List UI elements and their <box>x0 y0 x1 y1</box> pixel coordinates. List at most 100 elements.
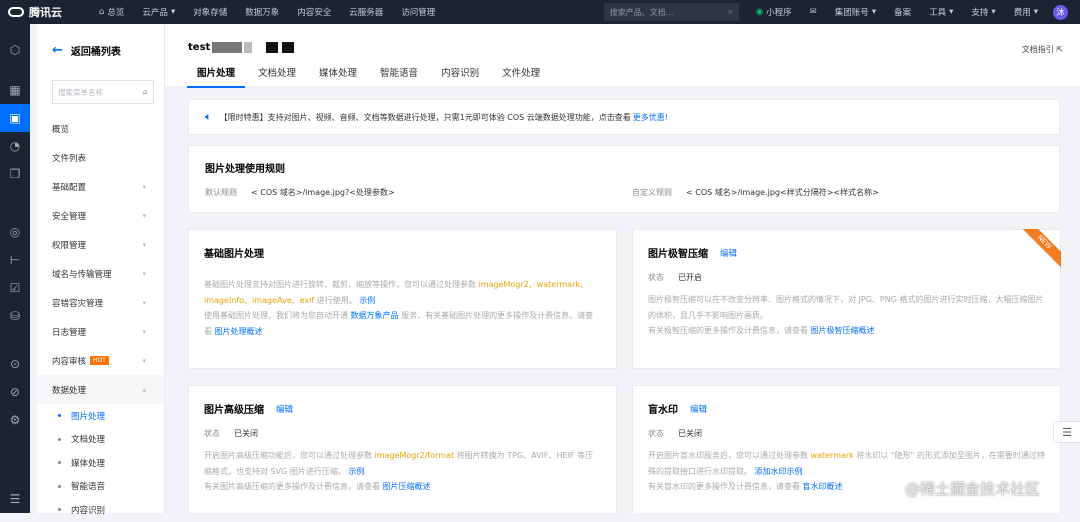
compass-icon[interactable]: ⊘ <box>0 378 30 406</box>
tab-file-processing[interactable]: 文件处理 <box>492 62 550 88</box>
speaker-icon: 🔈︎ <box>205 110 212 123</box>
mini-program-link[interactable]: ◉ 小程序 <box>747 6 801 18</box>
support-menu[interactable]: 支持 ▾ <box>962 6 1004 18</box>
mail-button[interactable]: ✉ <box>801 7 826 17</box>
sidebar-item-content-moderation[interactable]: 内容审核 HOT ▾ <box>37 346 164 375</box>
more-offers-link[interactable]: 更多优惠! <box>633 112 668 123</box>
checklist-icon[interactable]: ☑ <box>0 274 30 302</box>
example-link[interactable]: 示例 <box>348 467 364 476</box>
hierarchy-icon[interactable]: ⊢ <box>0 246 30 274</box>
smart-compression-desc: 图片极智压缩可以在不改变分辨率、图片格式的情况下，对 JPG、PNG 格式的图片… <box>648 292 1045 339</box>
menu-search-input[interactable]: 搜索菜单名称 ⌕ <box>52 80 154 104</box>
smart-compression-overview-link[interactable]: 图片极智压缩概述 <box>811 326 875 335</box>
search-scan-icon[interactable]: ⊙ <box>0 350 30 378</box>
tools-menu[interactable]: 工具 ▾ <box>920 6 962 18</box>
edit-button[interactable]: 编辑 <box>276 403 293 415</box>
sidebar-item-label: 权限管理 <box>52 240 87 251</box>
sidebar-item-files[interactable]: 文件列表 <box>37 143 164 172</box>
sidebar-sub-image[interactable]: 图片处理 <box>37 404 164 428</box>
blind-watermark-title: 盲水印 <box>648 405 678 416</box>
doc-guide-link[interactable]: 文档指引 ⇱ <box>1022 44 1063 55</box>
nav-label: 对象存储 <box>193 8 228 18</box>
support-label: 支持 <box>971 8 989 18</box>
nav-cam[interactable]: 访问管理 <box>392 6 444 18</box>
tab-smart-voice[interactable]: 智能语音 <box>370 62 428 88</box>
default-rule: 默认规则 < COS 域名>/image.jpg?<处理参数> <box>205 187 395 198</box>
nav-label: 访问管理 <box>401 8 436 18</box>
smart-compression-title: 图片极智压缩 <box>648 249 708 260</box>
blind-watermark-overview-link[interactable]: 盲水印概述 <box>803 482 843 491</box>
sidebar-sub-media[interactable]: 媒体处理 <box>37 451 164 475</box>
desc-text: 开启图片盲水印服务后，您可以通过处理参数 <box>648 451 808 460</box>
sidebar-item-logs[interactable]: 日志管理 ▾ <box>37 317 164 346</box>
sidebar-item-domains[interactable]: 域名与传输管理 ▾ <box>37 259 164 288</box>
sidebar-item-label: 文件列表 <box>52 153 87 164</box>
ci-product-link[interactable]: 数据万象产品 <box>351 311 399 320</box>
desc-text: 开启图片高级压缩功能后，您可以通过处理参数 <box>204 451 372 460</box>
top-navbar: 腾讯云 ⌂ 总览 云产品 ▾ 对象存储 数据万象 内容安全 云服务器 访问管理 搜索… <box>0 0 1080 24</box>
sidebar-item-label: 概览 <box>52 124 70 135</box>
nav-ci[interactable]: 数据万象 <box>236 6 288 18</box>
filing-link[interactable]: 备案 <box>885 6 920 18</box>
custom-rule-label: 自定义规则 <box>632 188 672 197</box>
sidebar-sub-voice[interactable]: 智能语音 <box>37 475 164 499</box>
bucket-title: test <box>188 42 295 53</box>
grid-icon[interactable]: ▦ <box>0 76 30 104</box>
smart-compression-header: 图片极智压缩 编辑 <box>648 245 737 261</box>
avatar[interactable]: 沐 <box>1053 4 1068 20</box>
advanced-compression-header: 图片高级压缩 编辑 <box>204 401 293 417</box>
back-to-bucket-list[interactable]: ← 返回桶列表 <box>37 24 164 76</box>
sidebar-item-security[interactable]: 安全管理 ▾ <box>37 201 164 230</box>
example-link[interactable]: 示例 <box>359 296 375 305</box>
bullet-icon <box>58 508 61 512</box>
chevron-down-icon: ▾ <box>991 7 996 17</box>
nav-overview[interactable]: ⌂ 总览 <box>90 6 133 18</box>
sidebar-item-disaster-recovery[interactable]: 容错容灾管理 ▾ <box>37 288 164 317</box>
pie-chart-icon[interactable]: ◔ <box>0 132 30 160</box>
chevron-down-icon: ▾ <box>142 327 146 336</box>
chevron-down-icon: ▾ <box>170 7 176 17</box>
search-placeholder: 搜索产品、文档... <box>609 7 674 17</box>
globe-icon[interactable]: ◎ <box>0 218 30 246</box>
cube-logo-icon[interactable]: ⬡ <box>0 24 30 76</box>
billing-label: 费用 <box>1013 8 1031 18</box>
status-value: 已关闭 <box>234 429 258 438</box>
nav-cloud-products[interactable]: 云产品 ▾ <box>133 6 184 18</box>
sidebar-item-permissions[interactable]: 权限管理 ▾ <box>37 230 164 259</box>
nav-cos[interactable]: 对象存储 <box>184 6 236 18</box>
basic-image-title: 基础图片处理 <box>204 249 264 260</box>
cloud-logo-icon <box>8 7 24 17</box>
nav-content-security[interactable]: 内容安全 <box>288 6 340 18</box>
edit-button[interactable]: 编辑 <box>720 247 737 259</box>
menu-collapse-icon[interactable]: ☰ <box>0 485 30 513</box>
page-header: test 文档指引 ⇱ 图片处理 文档处理 媒体处理 智能语音 内容识别 文件处… <box>165 24 1080 88</box>
sidebar-sub-recognition[interactable]: 内容识别 <box>37 498 164 522</box>
tab-image-processing[interactable]: 图片处理 <box>187 62 246 88</box>
mail-icon: ✉ <box>809 7 817 17</box>
tab-document-processing[interactable]: 文档处理 <box>248 62 306 88</box>
billing-menu[interactable]: 费用 ▾ <box>1005 6 1047 18</box>
sidebar-item-basic-config[interactable]: 基础配置 ▾ <box>37 172 164 201</box>
image-processing-overview-link[interactable]: 图片处理概述 <box>215 327 263 336</box>
floating-menu-button[interactable]: ☰ <box>1053 421 1080 443</box>
new-ribbon-label: NEW <box>1021 229 1061 269</box>
global-search-input[interactable]: 搜索产品、文档... ⌕ <box>603 3 739 21</box>
tab-media-processing[interactable]: 媒体处理 <box>309 62 367 88</box>
nav-cvm[interactable]: 云服务器 <box>340 6 392 18</box>
settings-icon[interactable]: ⚙ <box>0 406 30 434</box>
image-compression-overview-link[interactable]: 图片压缩概述 <box>383 482 431 491</box>
edit-button[interactable]: 编辑 <box>690 403 707 415</box>
chevron-down-icon: ▾ <box>142 269 146 278</box>
sidebar-sub-document[interactable]: 文档处理 <box>37 428 164 452</box>
sidebar-item-data-processing[interactable]: 数据处理 ▴ <box>37 375 164 404</box>
basic-image-desc: 基础图片处理支持对图片进行旋转、裁剪、缩放等操作，您可以通过处理参数 image… <box>204 277 601 339</box>
database-icon[interactable]: ⛁ <box>0 302 30 330</box>
search-icon[interactable]: ⌕ <box>728 7 732 17</box>
brand-logo[interactable]: 腾讯云 <box>0 4 90 20</box>
account-menu[interactable]: 集团账号 ▾ <box>826 6 885 18</box>
sidebar-item-overview[interactable]: 概览 <box>37 114 164 143</box>
copy-icon[interactable]: ❐ <box>0 160 30 188</box>
bucket-icon[interactable]: ▣ <box>0 104 30 132</box>
tab-content-recognition[interactable]: 内容识别 <box>431 62 489 88</box>
watermark-example-link[interactable]: 添加水印示例 <box>755 467 803 476</box>
